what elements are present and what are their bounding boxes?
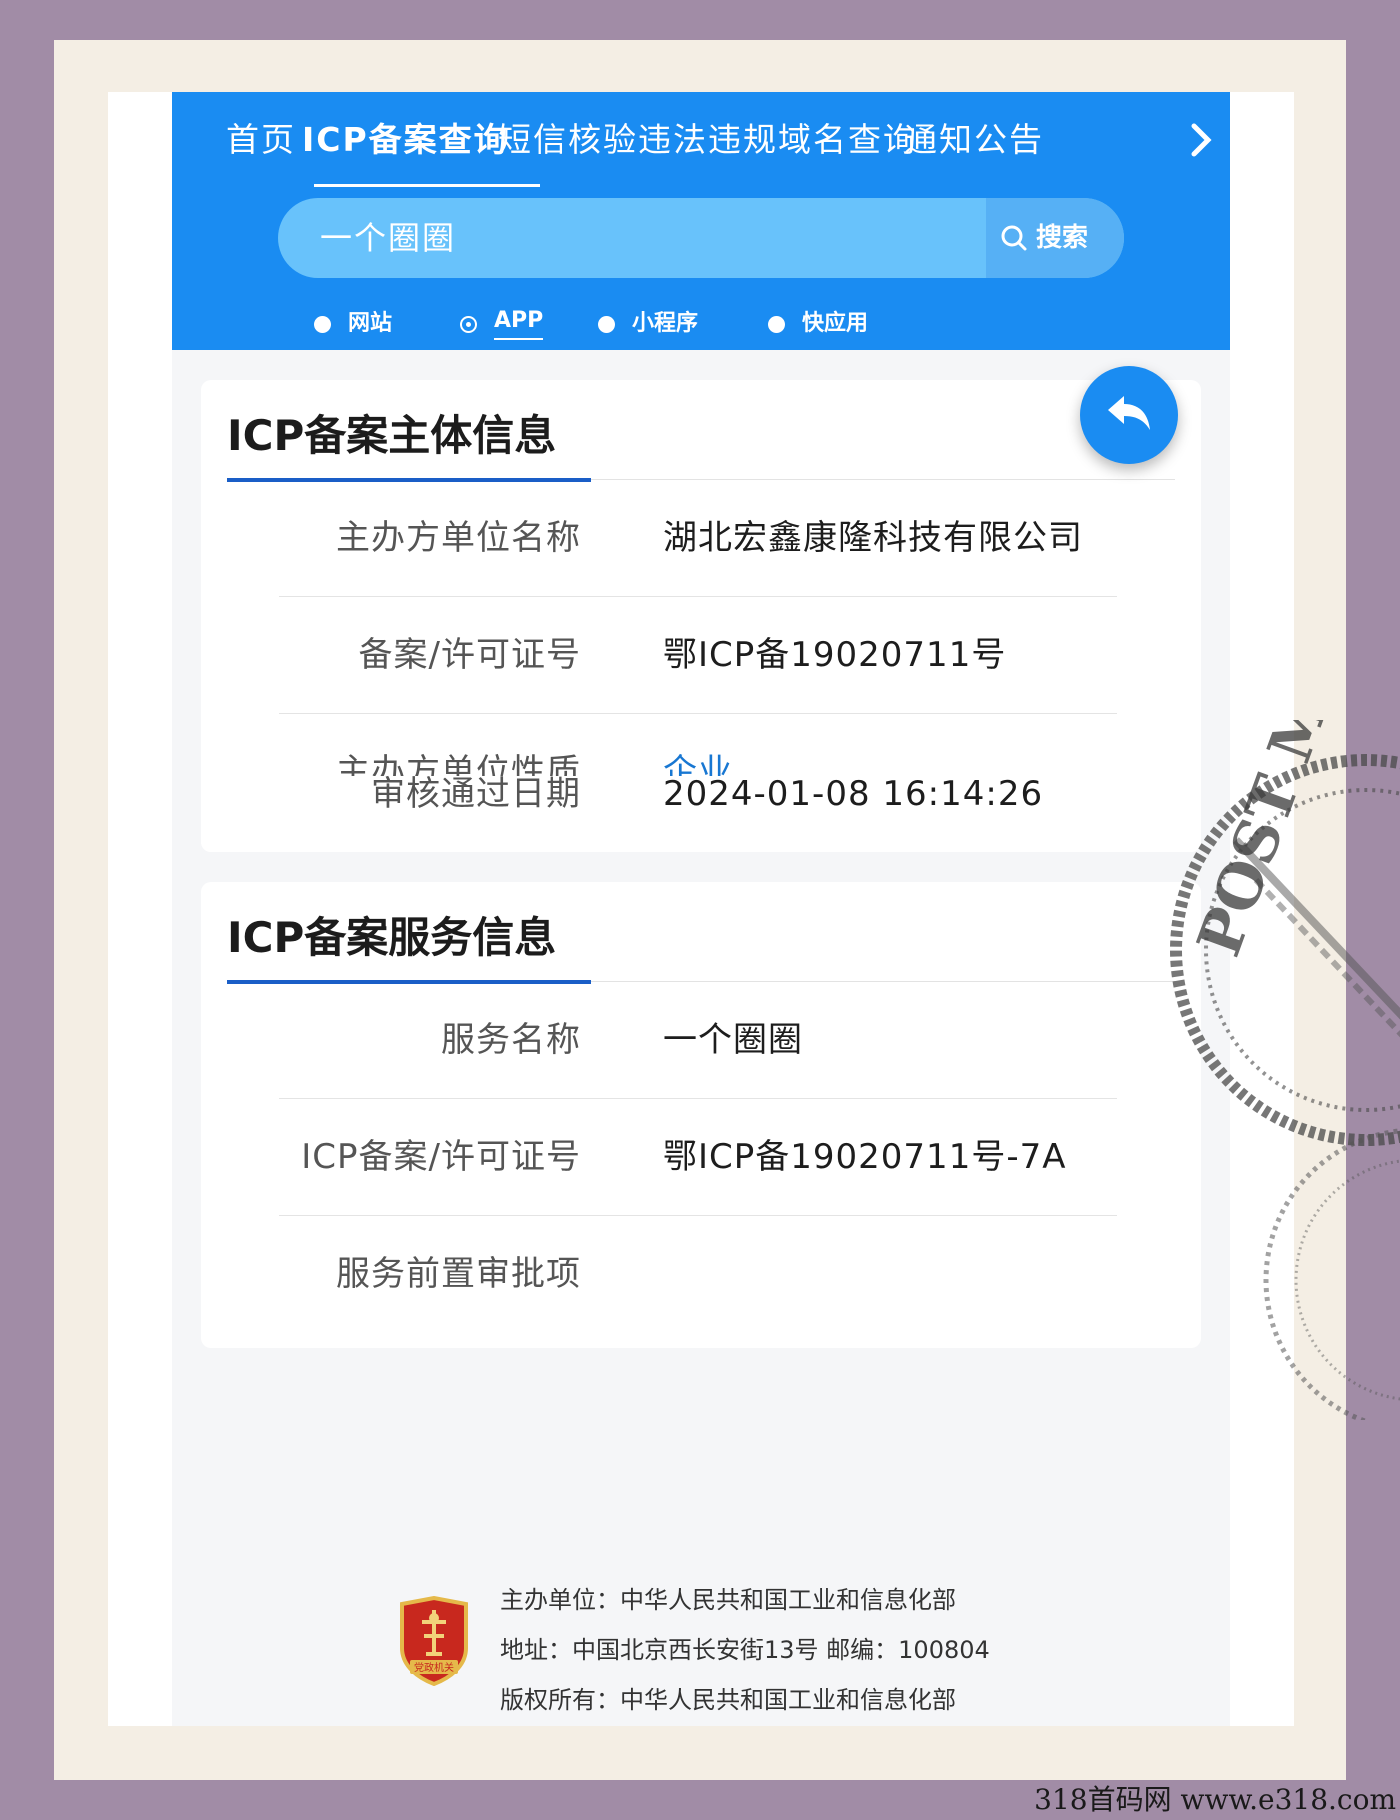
back-arrow-icon — [1108, 396, 1150, 430]
footer-sponsor: 主办单位：中华人民共和国工业和信息化部 — [500, 1586, 956, 1614]
service-info-title: ICP备案服务信息 — [227, 913, 557, 962]
info-row: ICP备案/许可证号 鄂ICP备19020711号-7A — [279, 1099, 1117, 1216]
back-button[interactable] — [1080, 366, 1178, 464]
type-filter: 网站 APP 小程序 快应用 — [172, 304, 1230, 344]
radio-label: 快应用 — [802, 311, 869, 336]
row-value: 鄂ICP备19020711号-7A — [663, 1137, 1067, 1177]
info-row: 主办方单位名称 湖北宏鑫康隆科技有限公司 — [279, 480, 1117, 597]
info-row: 服务名称 一个圈圈 — [279, 982, 1117, 1099]
icp-query-app: 首页 ICP备案查询 短信核验 违法违规域名查询 通知公告 一个圈圈 搜索 网站… — [172, 92, 1230, 1726]
nav-item-home[interactable]: 首页 — [226, 114, 296, 166]
row-value: 湖北宏鑫康隆科技有限公司 — [663, 518, 1083, 558]
info-row: 备案/许可证号 鄂ICP备19020711号 — [279, 597, 1117, 714]
nav-active-underline — [314, 184, 540, 187]
service-info-card: ICP备案服务信息 服务名称 一个圈圈 ICP备案/许可证号 鄂ICP备1902… — [201, 882, 1201, 1348]
nav-item-illegal-domain[interactable]: 违法违规域名查询 — [638, 114, 918, 166]
site-watermark: 318首码网 www.e318.com — [1034, 1783, 1396, 1816]
top-nav: 首页 ICP备案查询 短信核验 违法违规域名查询 通知公告 — [172, 114, 1230, 187]
info-row: 审核通过日期 2024-01-08 16:14:26 — [279, 736, 1117, 852]
radio-dot-selected — [460, 316, 477, 333]
header: 首页 ICP备案查询 短信核验 违法违规域名查询 通知公告 一个圈圈 搜索 网站… — [172, 92, 1230, 350]
footer-copyright: 版权所有：中华人民共和国工业和信息化部 — [500, 1686, 956, 1714]
subject-info-title: ICP备案主体信息 — [227, 411, 557, 460]
row-label: 主办方单位名称 — [336, 518, 581, 558]
search-bar: 一个圈圈 搜索 — [278, 198, 1124, 278]
row-value: 鄂ICP备19020711号 — [663, 635, 1007, 675]
row-label: ICP备案/许可证号 — [301, 1137, 581, 1177]
subject-info-card-bottom: 审核通过日期 2024-01-08 16:14:26 — [201, 774, 1201, 852]
radio-label: 小程序 — [632, 311, 699, 336]
radio-label: 网站 — [348, 311, 393, 336]
footer: 党政机关 主办单位：中华人民共和国工业和信息化部 地址：中国北京西长安街13号 … — [172, 1576, 1230, 1726]
radio-dot — [768, 316, 785, 333]
chevron-right-icon[interactable] — [1184, 114, 1220, 166]
radio-dot — [314, 316, 331, 333]
row-label: 备案/许可证号 — [358, 635, 581, 675]
nav-item-icp-query[interactable]: ICP备案查询 — [302, 114, 509, 166]
search-icon — [1000, 224, 1028, 252]
row-value: 一个圈圈 — [663, 1020, 803, 1060]
radio-label: APP — [494, 304, 544, 340]
emblem-lettering: 党政机关 — [414, 1661, 454, 1674]
postmark-stamp: POST MAIL — [1086, 575, 1400, 1432]
row-label: 审核通过日期 — [371, 774, 581, 814]
row-label: 服务名称 — [441, 1020, 581, 1060]
party-government-emblem: 党政机关 — [396, 1595, 472, 1687]
row-value: 2024-01-08 16:14:26 — [663, 774, 1044, 814]
info-row: 服务前置审批项 — [279, 1216, 1117, 1332]
radio-dot — [598, 316, 615, 333]
nav-item-sms-verify[interactable]: 短信核验 — [498, 114, 638, 166]
nav-item-notices[interactable]: 通知公告 — [904, 114, 1044, 166]
row-label: 服务前置审批项 — [336, 1254, 581, 1294]
search-button-label: 搜索 — [1036, 223, 1089, 253]
search-input[interactable]: 一个圈圈 — [320, 198, 456, 278]
footer-address: 地址：中国北京西长安街13号 邮编：100804 — [500, 1636, 990, 1664]
search-button[interactable]: 搜索 — [986, 198, 1124, 278]
